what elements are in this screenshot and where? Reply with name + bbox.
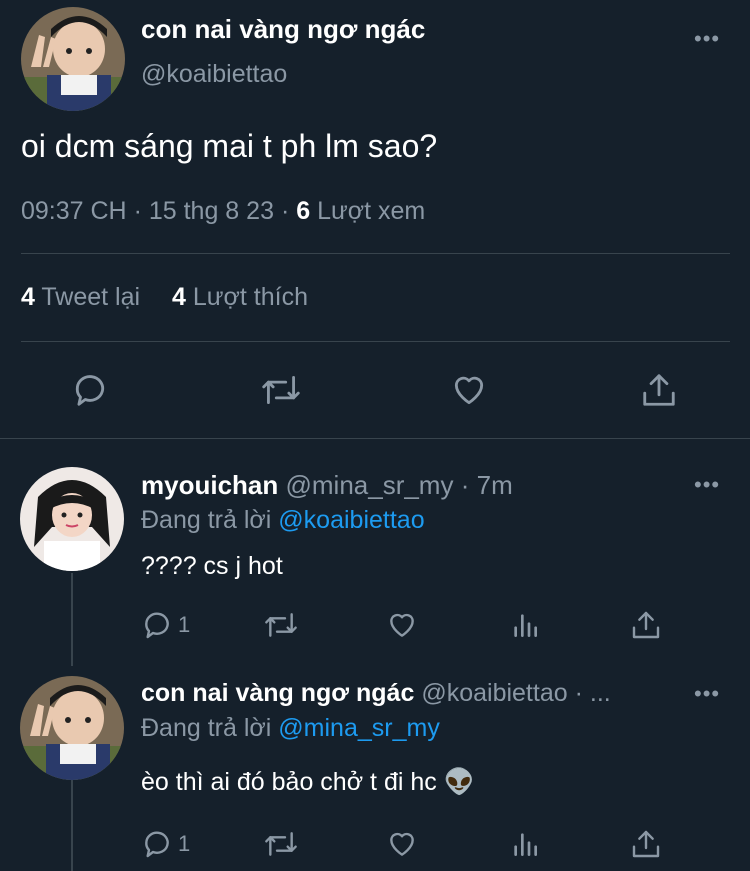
meta-separator: · [133, 197, 142, 225]
main-tweet-more-icon[interactable]: ••• [694, 28, 720, 50]
main-tweet-handle[interactable]: @koaibiettao [141, 60, 287, 89]
likes-count: 4 [171, 283, 186, 311]
retweets-label: Tweet lại [41, 283, 141, 311]
thread-line [71, 780, 73, 871]
analytics-icon[interactable] [509, 609, 541, 641]
share-icon[interactable] [630, 609, 662, 641]
reply-handle[interactable]: @mina_sr_my [285, 470, 453, 500]
replying-to: Đang trả lời @mina_sr_my [141, 714, 440, 743]
heart-icon[interactable] [450, 371, 488, 409]
retweet-icon[interactable] [262, 609, 300, 641]
replying-to: Đang trả lời @koaibiettao [141, 506, 425, 535]
reply-text: ???? cs j hot [141, 552, 283, 580]
likes-label: Lượt thích [192, 283, 308, 311]
thread-line [71, 573, 73, 666]
divider [21, 253, 730, 254]
reply-time[interactable]: ... [590, 679, 611, 707]
divider [21, 341, 730, 342]
reply-header: myouichan @mina_sr_my · 7m [141, 470, 513, 501]
reply-text: èo thì ai đó bảo chở t đi hc 👽 [141, 768, 475, 797]
reply-avatar[interactable] [20, 676, 124, 780]
heart-icon[interactable] [386, 828, 418, 860]
replying-to-prefix: Đang trả lời [141, 506, 272, 534]
divider [0, 438, 750, 439]
likes-stat[interactable]: 4 Lượt thích [172, 283, 308, 311]
reply-count: 1 [178, 831, 191, 856]
alien-emoji: 👽 [443, 768, 475, 796]
replying-to-prefix: Đang trả lời [141, 714, 272, 742]
reply-more-icon[interactable]: ••• [694, 474, 720, 496]
analytics-icon[interactable] [509, 828, 541, 860]
main-tweet-text: oi dcm sáng mai t ph lm sao? [21, 128, 438, 164]
reply-icon[interactable] [71, 371, 109, 409]
share-icon[interactable] [640, 371, 678, 409]
replying-to-handle[interactable]: @koaibiettao [278, 506, 424, 534]
main-tweet-meta: 09:37 CH · 15 thg 8 23 · 6 Lượt xem [21, 197, 425, 226]
main-tweet-avatar[interactable] [21, 7, 125, 111]
main-tweet-time[interactable]: 09:37 CH [21, 197, 127, 225]
meta-separator: · [460, 470, 470, 500]
reply-display-name[interactable]: con nai vàng ngơ ngác [141, 679, 414, 707]
reply-time[interactable]: 7m [477, 470, 513, 500]
replying-to-handle[interactable]: @mina_sr_my [278, 714, 440, 742]
meta-separator: · [574, 679, 583, 707]
views-count: 6 [296, 197, 311, 225]
reply-handle[interactable]: @koaibiettao [421, 679, 567, 707]
main-tweet-display-name[interactable]: con nai vàng ngơ ngác [141, 14, 425, 45]
retweet-icon[interactable] [262, 828, 300, 860]
reply-icon[interactable] [141, 828, 173, 860]
reply-count: 1 [178, 612, 191, 637]
retweets-count: 4 [21, 283, 35, 311]
main-tweet-date[interactable]: 15 thg 8 23 [149, 197, 274, 225]
reply-avatar[interactable] [20, 467, 124, 571]
reply-icon[interactable] [141, 609, 173, 641]
views-label: Lượt xem [317, 197, 426, 225]
retweet-icon[interactable] [259, 371, 303, 409]
heart-icon[interactable] [386, 609, 418, 641]
reply-display-name[interactable]: myouichan [141, 470, 278, 500]
reply-more-icon[interactable]: ••• [694, 683, 720, 705]
engagement-stats: 4 Tweet lại 4 Lượt thích [21, 283, 308, 312]
retweets-stat[interactable]: 4 Tweet lại [21, 283, 147, 311]
meta-separator: · [280, 197, 290, 225]
reply-header: con nai vàng ngơ ngác @koaibiettao · ... [141, 679, 611, 708]
share-icon[interactable] [630, 828, 662, 860]
reply-text-body: èo thì ai đó bảo chở t đi hc [141, 768, 437, 796]
